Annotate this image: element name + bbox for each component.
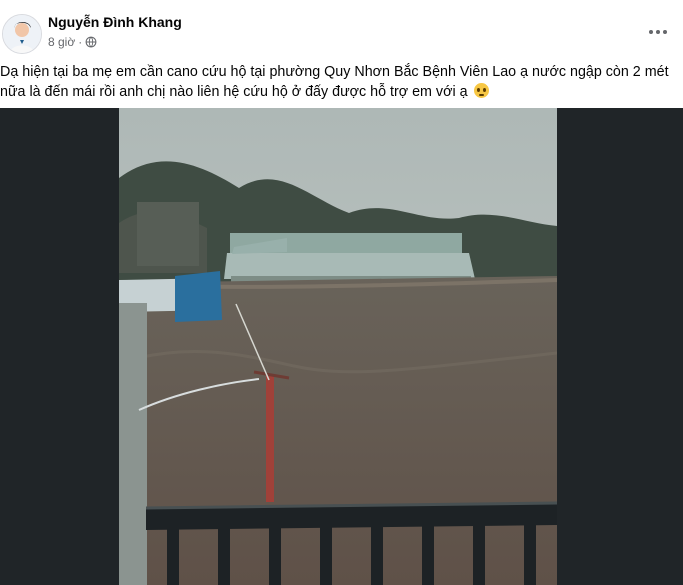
post-meta: 8 giờ · [48, 35, 97, 49]
more-options-button[interactable] [644, 22, 672, 42]
video-play-area[interactable] [119, 108, 557, 585]
author-avatar[interactable] [2, 14, 42, 54]
flood-video[interactable] [119, 108, 557, 585]
more-options-icon [649, 30, 653, 34]
post-header: Nguyễn Đình Khang 8 giờ · [0, 0, 683, 58]
facebook-post: Nguyễn Đình Khang 8 giờ · Dạ hiện tại ba… [0, 0, 683, 585]
pleading-face-emoji [473, 83, 489, 98]
avatar-image [3, 15, 41, 53]
more-options-icon-dot [663, 30, 667, 34]
globe-icon[interactable] [85, 36, 97, 48]
more-options-icon-dot [656, 30, 660, 34]
post-media[interactable] [0, 108, 683, 585]
meta-separator: · [78, 35, 83, 49]
caption-text: Dạ hiện tại ba mẹ em cần cano cứu hộ tại… [0, 64, 669, 100]
post-caption: Dạ hiện tại ba mẹ em cần cano cứu hộ tại… [0, 62, 680, 102]
author-name[interactable]: Nguyễn Đình Khang [48, 14, 182, 30]
post-time[interactable]: 8 giờ [48, 35, 75, 49]
